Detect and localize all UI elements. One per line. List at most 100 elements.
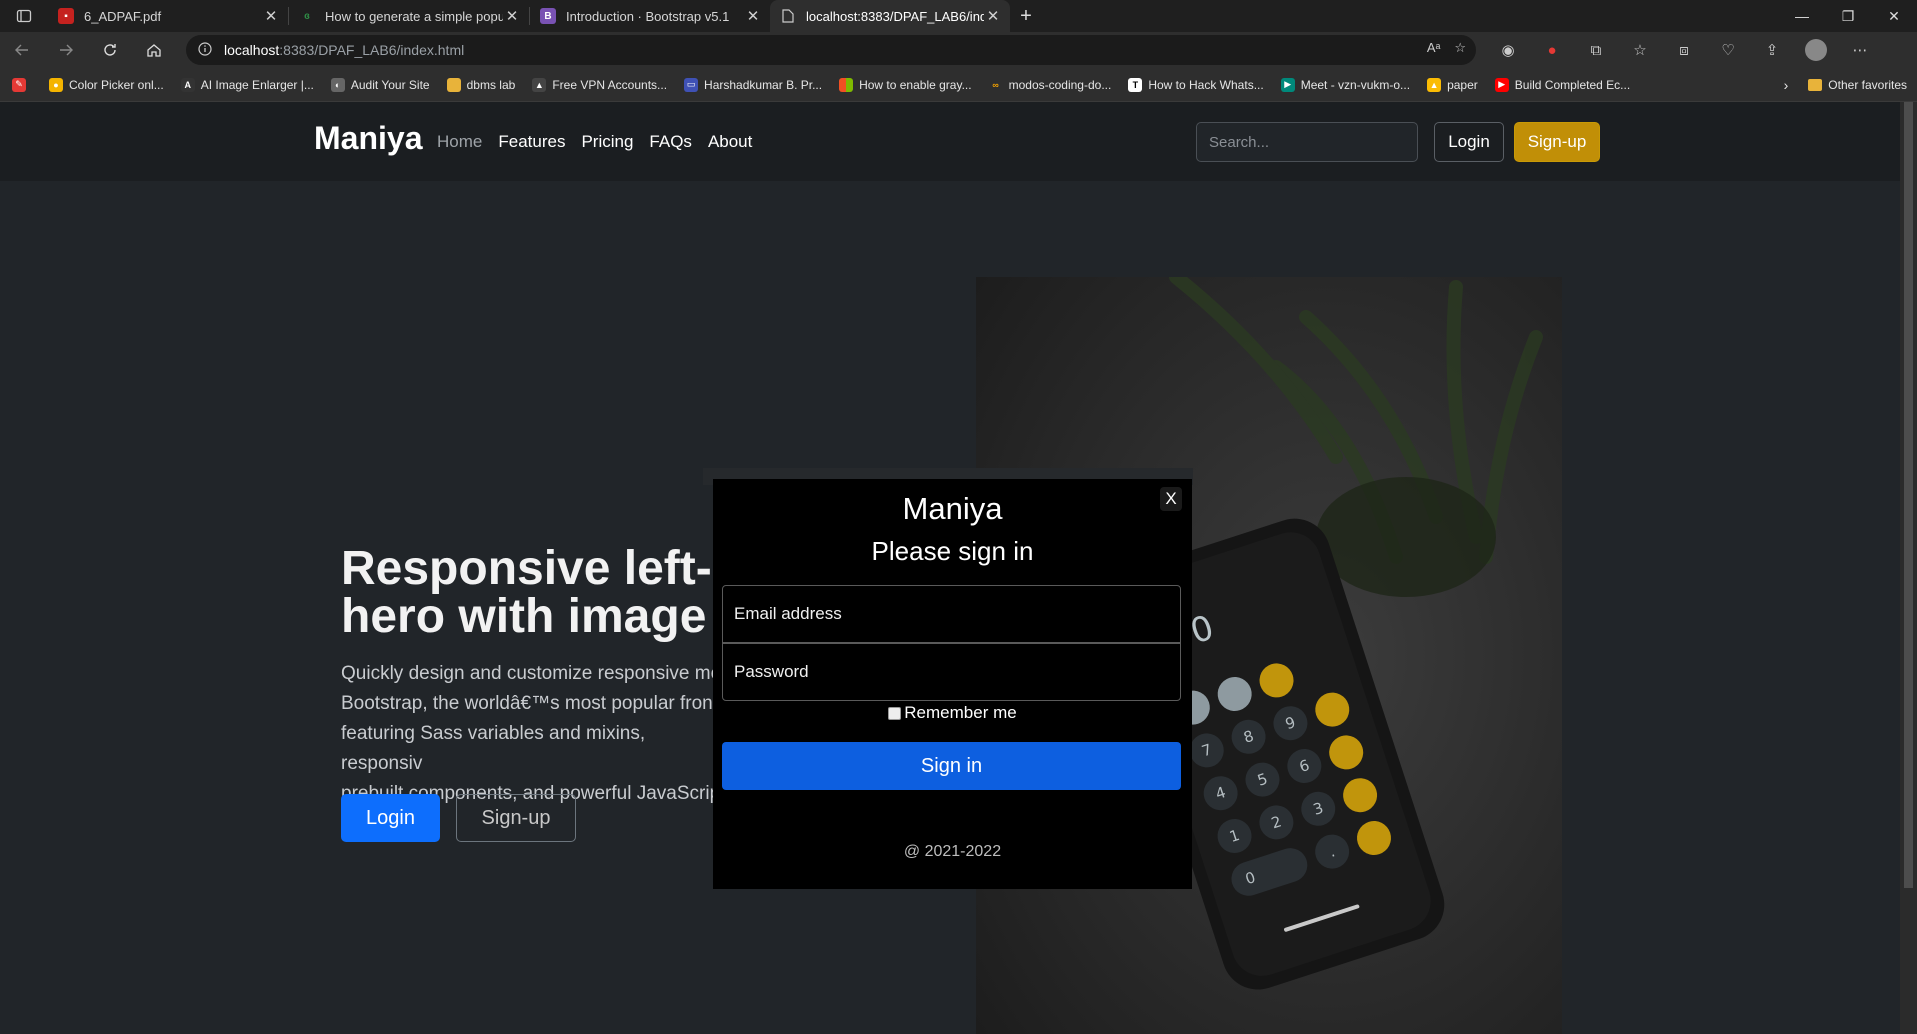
- browser-tab-localhost[interactable]: localhost:8383/DPAF_LAB6/index.html ✕: [770, 0, 1010, 32]
- bookmark-label: dbms lab: [466, 77, 516, 92]
- forward-icon[interactable]: [44, 32, 88, 68]
- close-tab-icon[interactable]: ✕: [744, 7, 762, 25]
- hero-signup-button[interactable]: Sign-up: [456, 794, 576, 842]
- bookmark-item[interactable]: A AI Image Enlarger |...: [180, 77, 314, 92]
- bookmark-label: Audit Your Site: [350, 77, 430, 92]
- browser-essentials-icon[interactable]: ♡: [1708, 35, 1748, 65]
- other-favorites[interactable]: Other favorites: [1828, 78, 1907, 92]
- tab-title: localhost:8383/DPAF_LAB6/index.html: [806, 8, 984, 24]
- password-field[interactable]: [722, 643, 1181, 701]
- close-tab-icon[interactable]: ✕: [262, 7, 280, 25]
- bookmark-icon: A: [180, 77, 195, 92]
- bookmark-item[interactable]: ▲ paper: [1427, 77, 1478, 92]
- tab-actions-icon[interactable]: [0, 0, 48, 32]
- nav-features[interactable]: Features: [498, 132, 565, 152]
- collections-icon[interactable]: ⧈: [1664, 35, 1704, 65]
- page-viewport: Maniya Home Features Pricing FAQs About …: [0, 102, 1917, 1034]
- hero-lead-text: Quickly design and customize responsive …: [341, 663, 721, 804]
- microsoft-icon: [839, 77, 854, 92]
- bookmark-icon: ▭: [684, 77, 699, 92]
- tab-title: Introduction · Bootstrap v5.1: [566, 8, 730, 24]
- bookmark-item[interactable]: ▭ Harshadkumar B. Pr...: [684, 77, 822, 92]
- bookmark-item[interactable]: T How to Hack Whats...: [1128, 77, 1264, 92]
- email-field[interactable]: [722, 585, 1181, 643]
- window-controls: — ❐ ✕: [1779, 0, 1917, 32]
- close-tab-icon[interactable]: ✕: [984, 7, 1002, 25]
- bookmark-label: Color Picker onl...: [69, 77, 164, 92]
- search-input[interactable]: [1196, 122, 1418, 162]
- nav-signup-button[interactable]: Sign-up: [1514, 122, 1600, 162]
- browser-tab-gfg[interactable]: ɞ How to generate a simple popup ✕: [289, 0, 529, 32]
- share-icon[interactable]: ⇪: [1752, 35, 1792, 65]
- bookmark-item[interactable]: ▲ Free VPN Accounts...: [532, 77, 668, 92]
- folder-icon: [1808, 78, 1823, 91]
- bookmark-item[interactable]: ▶ Build Completed Ec...: [1494, 77, 1630, 92]
- bookmark-item[interactable]: ∞ modos-coding-do...: [989, 77, 1112, 92]
- chevron-right-icon[interactable]: ›: [1784, 77, 1789, 93]
- favorites-icon[interactable]: ☆: [1620, 35, 1660, 65]
- bookmark-label: Free VPN Accounts...: [552, 77, 668, 92]
- bookmark-item[interactable]: ◐ Audit Your Site: [330, 77, 430, 92]
- browser-tab-pdf[interactable]: ▪ 6_ADPAF.pdf ✕: [48, 0, 288, 32]
- home-icon[interactable]: [132, 32, 176, 68]
- site-info-icon[interactable]: [198, 41, 212, 59]
- bookmarks-overflow: › Other favorites: [1784, 77, 1917, 93]
- nav-login-button[interactable]: Login: [1434, 122, 1504, 162]
- page-icon: [780, 8, 796, 24]
- bookmark-item[interactable]: ✎: [12, 77, 32, 92]
- bookmark-icon: ◐: [330, 77, 345, 92]
- youtube-icon: ▶: [1494, 77, 1509, 92]
- close-tab-icon[interactable]: ✕: [503, 7, 521, 25]
- refresh-icon[interactable]: [88, 32, 132, 68]
- bookmark-label: How to enable gray...: [859, 77, 972, 92]
- extensions-puzzle-icon[interactable]: ⧉: [1576, 35, 1616, 65]
- remember-me-label[interactable]: Remember me: [904, 703, 1016, 723]
- bookmark-label: modos-coding-do...: [1008, 77, 1112, 92]
- scrollbar-thumb[interactable]: [1904, 102, 1913, 888]
- nav-pricing[interactable]: Pricing: [581, 132, 633, 152]
- remember-me-checkbox[interactable]: [888, 706, 902, 720]
- favorite-star-icon[interactable]: ☆: [1454, 40, 1466, 56]
- close-window-icon[interactable]: ✕: [1871, 0, 1917, 32]
- hero-title: Responsive left- hero with image: [341, 545, 712, 643]
- tab-title: 6_ADPAF.pdf: [84, 8, 162, 24]
- bookmark-item[interactable]: ● Color Picker onl...: [49, 77, 164, 92]
- hero-login-button[interactable]: Login: [341, 794, 440, 842]
- site-brand[interactable]: Maniya: [314, 120, 422, 157]
- bookmark-icon: ✎: [12, 77, 26, 92]
- bookmark-icon: T: [1128, 77, 1143, 92]
- profile-avatar[interactable]: [1796, 35, 1836, 65]
- address-bar[interactable]: localhost:8383/DPAF_LAB6/index.html A͏ᵃ …: [186, 35, 1476, 65]
- signin-button[interactable]: Sign in: [722, 742, 1181, 790]
- back-icon[interactable]: [0, 32, 44, 68]
- url-host: localhost: [224, 42, 280, 58]
- new-tab-icon[interactable]: +: [1010, 0, 1042, 32]
- modal-brand: Maniya: [902, 491, 1003, 526]
- read-aloud-icon[interactable]: A͏ᵃ: [1427, 40, 1441, 56]
- bookmark-label: How to Hack Whats...: [1148, 77, 1264, 92]
- gfg-icon: ɞ: [304, 10, 310, 22]
- minimize-icon[interactable]: —: [1779, 0, 1825, 32]
- folder-icon: [446, 77, 461, 92]
- restore-icon[interactable]: ❐: [1825, 0, 1871, 32]
- signin-modal: X Maniya Please sign in Remember me Sign…: [713, 479, 1192, 889]
- bookmark-label: AI Image Enlarger |...: [200, 77, 314, 92]
- bookmark-item[interactable]: How to enable gray...: [839, 77, 972, 92]
- nav-faqs[interactable]: FAQs: [649, 132, 692, 152]
- nav-home[interactable]: Home: [437, 132, 482, 152]
- extension-red-icon[interactable]: ●: [1532, 35, 1572, 65]
- browser-tab-bootstrap[interactable]: B Introduction · Bootstrap v5.1 ✕: [530, 0, 770, 32]
- bookmark-folder[interactable]: dbms lab: [446, 77, 516, 92]
- site-navbar: Maniya Home Features Pricing FAQs About …: [0, 102, 1900, 181]
- bookmark-icon: ∞: [992, 79, 999, 90]
- bookmark-item[interactable]: ▶ Meet - vzn-vukm-o...: [1280, 77, 1410, 92]
- remember-me-row: Remember me: [713, 703, 1192, 723]
- page-scrollbar[interactable]: [1900, 102, 1917, 1034]
- nav-about[interactable]: About: [708, 132, 752, 152]
- modal-heading: Please sign in: [871, 536, 1034, 566]
- pdf-icon: ▪: [58, 8, 74, 24]
- extension-glasses-icon[interactable]: ◉: [1488, 35, 1528, 65]
- drive-icon: ▲: [1427, 77, 1442, 92]
- more-menu-icon[interactable]: ⋯: [1840, 35, 1880, 65]
- bootstrap-icon: B: [540, 8, 556, 24]
